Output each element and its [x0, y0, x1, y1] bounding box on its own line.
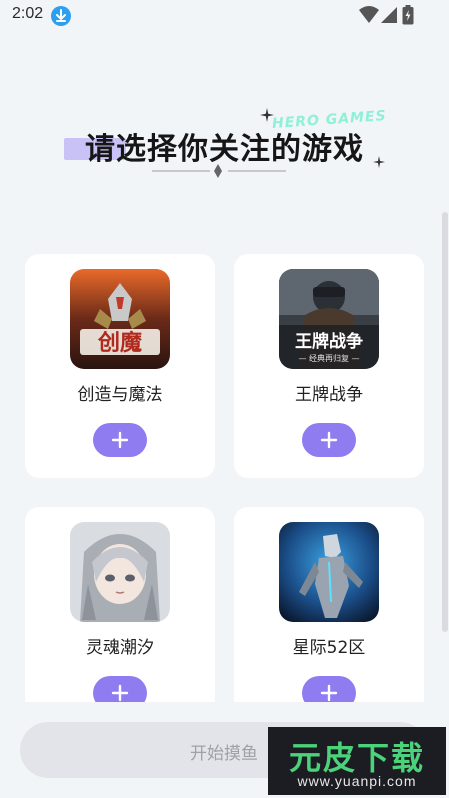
add-game-button[interactable] [93, 423, 147, 457]
title-divider [152, 164, 286, 178]
sparkle-icon [373, 156, 385, 168]
plus-icon [320, 431, 338, 449]
watermark: 元皮下载 www.yuanpi.com [268, 727, 446, 795]
plus-icon [111, 684, 129, 702]
add-game-button[interactable] [93, 676, 147, 702]
game-name: 创造与魔法 [77, 385, 163, 405]
game-name: 王牌战争 [295, 385, 363, 405]
cover-title: 创魔 [97, 330, 142, 356]
status-time: 2:02 [12, 5, 44, 22]
cover-subtitle: — 经典再归复 — [298, 353, 359, 363]
add-game-button[interactable] [302, 676, 356, 702]
game-name: 星际52区 [292, 638, 366, 658]
game-card[interactable]: 王牌战争 — 经典再归复 — 王牌战争 [234, 254, 424, 478]
game-grid[interactable]: 创魔 创造与魔法 王牌战争 — 经典再归复 — 王牌战争 灵魂潮汐 星际52区 [0, 212, 449, 702]
battery-icon [402, 5, 449, 29]
add-game-button[interactable] [302, 423, 356, 457]
download-icon [51, 6, 71, 26]
game-cover-image: 王牌战争 — 经典再归复 — [279, 269, 379, 369]
watermark-url: www.yuanpi.com [297, 773, 417, 789]
plus-icon [320, 684, 338, 702]
game-cover-image [279, 522, 379, 622]
game-card[interactable]: 灵魂潮汐 [25, 507, 215, 702]
game-cover-image [70, 522, 170, 622]
game-cover-image: 创魔 [70, 269, 170, 369]
scrollbar[interactable] [442, 212, 448, 632]
sparkle-icon [260, 108, 274, 122]
game-card[interactable]: 创魔 创造与魔法 [25, 254, 215, 478]
game-card[interactable]: 星际52区 [234, 507, 424, 702]
game-name: 灵魂潮汐 [86, 638, 154, 658]
cover-title: 王牌战争 [295, 331, 363, 352]
plus-icon [111, 431, 129, 449]
status-bar: 2:02 [0, 0, 449, 32]
